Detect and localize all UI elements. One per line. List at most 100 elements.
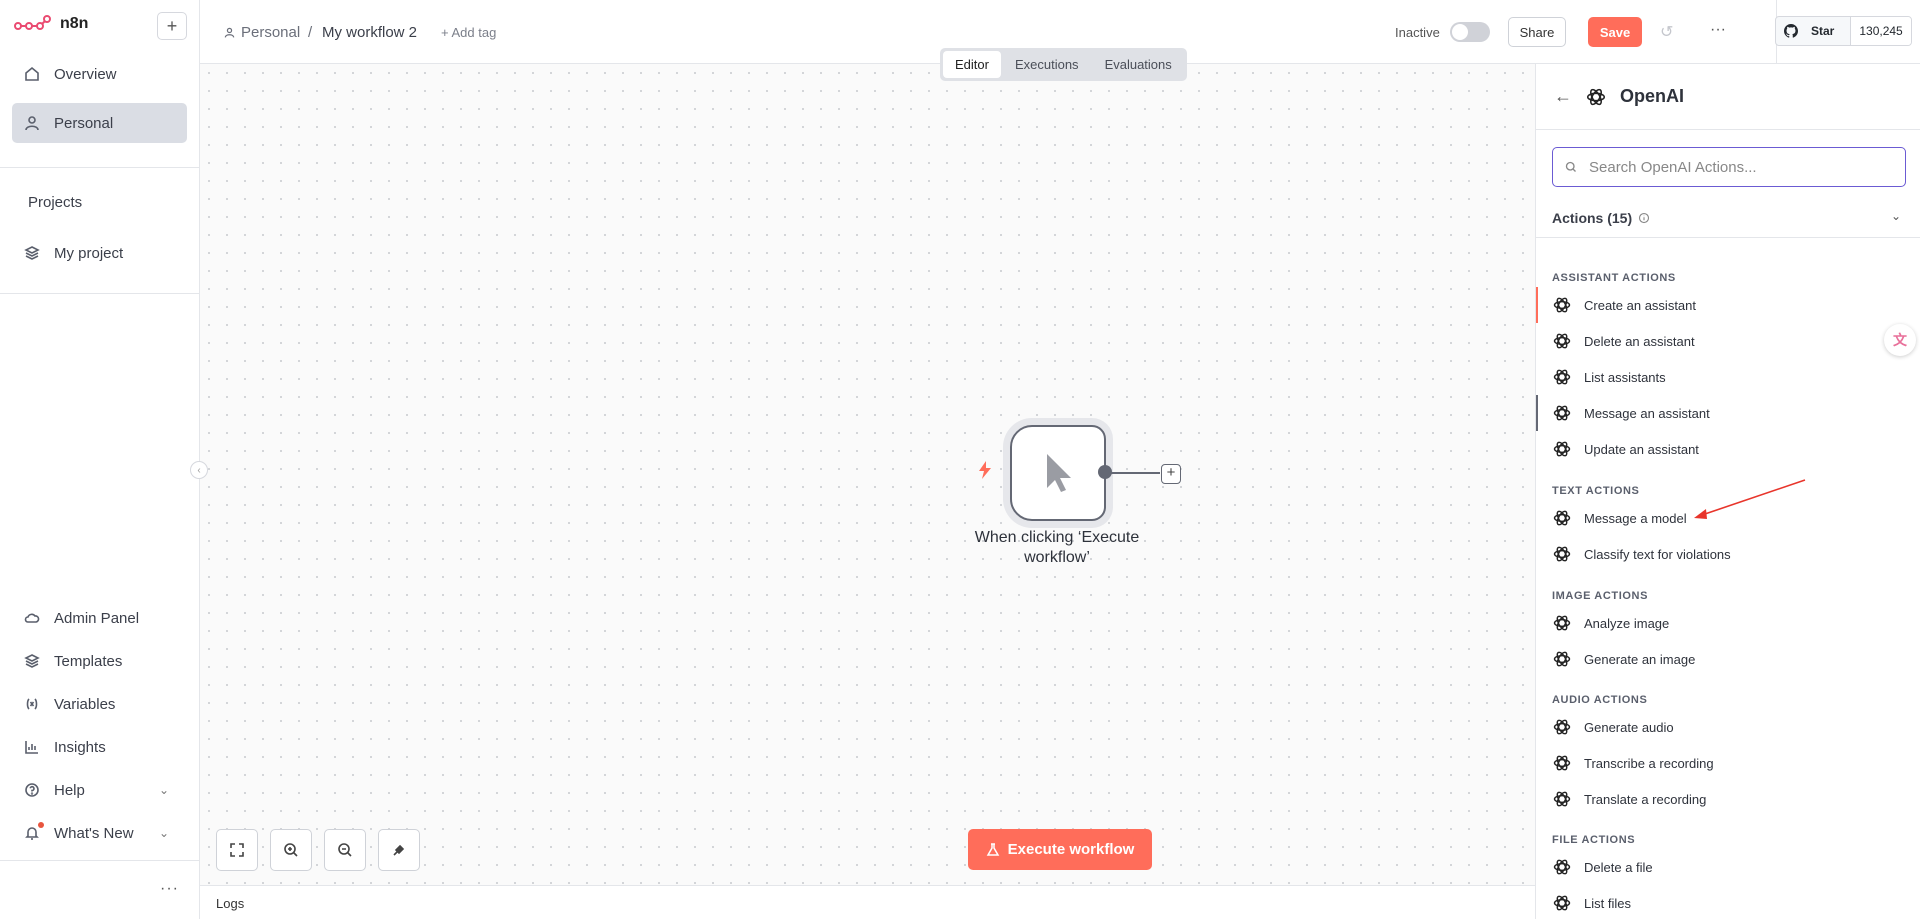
- action-item[interactable]: Create an assistant: [1552, 290, 1902, 320]
- search-input[interactable]: [1589, 158, 1889, 176]
- sidebar-item-insights[interactable]: Insights: [12, 727, 187, 767]
- action-item-label: Classify text for violations: [1584, 546, 1731, 562]
- action-category-title: FILE ACTIONS: [1552, 834, 1636, 846]
- more-options-button[interactable]: ···: [1710, 21, 1726, 39]
- n8n-logo[interactable]: n8n: [14, 14, 88, 34]
- github-icon: [1784, 24, 1798, 38]
- collapse-sidebar-button[interactable]: ‹: [190, 461, 208, 479]
- share-button[interactable]: Share: [1508, 17, 1566, 47]
- action-category-title: TEXT ACTIONS: [1552, 485, 1640, 497]
- add-tag-button[interactable]: + Add tag: [441, 25, 496, 40]
- tab-executions[interactable]: Executions: [1003, 51, 1091, 78]
- node-output-handle[interactable]: [1098, 465, 1112, 479]
- sidebar-item-whats-new[interactable]: What's New ⌄: [12, 813, 187, 853]
- info-icon: [1639, 212, 1650, 224]
- node-connection-line: [1110, 472, 1160, 474]
- sidebar-item-my-project[interactable]: My project: [12, 233, 187, 273]
- user-menu-button[interactable]: ···: [160, 880, 179, 898]
- openai-icon: [1552, 753, 1572, 773]
- action-item[interactable]: Message an assistant: [1552, 398, 1902, 428]
- action-highlight-marker: [1536, 287, 1538, 323]
- action-item-label: Update an assistant: [1584, 441, 1699, 457]
- sidebar-item-personal[interactable]: Personal: [12, 103, 187, 143]
- execute-workflow-button[interactable]: Execute workflow: [968, 829, 1152, 870]
- github-star-label: Star: [1811, 24, 1835, 38]
- sidebar-divider: [0, 167, 200, 168]
- sidebar-item-admin-panel[interactable]: Admin Panel: [12, 598, 187, 638]
- action-item[interactable]: Generate an image: [1552, 644, 1902, 674]
- chevron-down-icon[interactable]: ⌄: [1891, 209, 1901, 223]
- search-icon: [1565, 161, 1576, 172]
- sidebar-item-variables[interactable]: Variables: [12, 684, 187, 724]
- sidebar-item-help[interactable]: Help ⌄: [12, 770, 187, 810]
- breadcrumb-project[interactable]: Personal: [224, 24, 300, 41]
- github-star-count: 130,245: [1850, 17, 1911, 45]
- action-item-label: Translate a recording: [1584, 791, 1707, 807]
- openai-icon: [1552, 367, 1572, 387]
- breadcrumb-project-label: Personal: [241, 24, 301, 41]
- annotation-arrow: [1694, 479, 1806, 519]
- action-item[interactable]: Classify text for violations: [1552, 539, 1902, 569]
- sidebar-item-label: My project: [54, 244, 124, 262]
- user-icon: [224, 27, 235, 38]
- action-item[interactable]: Delete a file: [1552, 852, 1902, 882]
- projects-title: Projects: [28, 194, 83, 211]
- create-button[interactable]: +: [157, 12, 187, 40]
- sidebar-item-label: Help: [54, 781, 85, 799]
- active-toggle[interactable]: [1450, 22, 1490, 42]
- action-item[interactable]: Analyze image: [1552, 608, 1902, 638]
- translate-icon[interactable]: 文: [1884, 324, 1916, 356]
- trigger-node[interactable]: [1010, 425, 1106, 521]
- history-icon[interactable]: ↺: [1660, 22, 1673, 42]
- github-star-part: Star: [1776, 17, 1850, 45]
- zoom-in-button[interactable]: [270, 829, 312, 871]
- sidebar-item-label: Insights: [54, 738, 106, 756]
- action-item[interactable]: Update an assistant: [1552, 434, 1902, 464]
- action-category-title: ASSISTANT ACTIONS: [1552, 272, 1676, 284]
- logs-label: Logs: [216, 896, 245, 911]
- actions-header[interactable]: Actions (15): [1552, 210, 1650, 226]
- help-icon: [25, 783, 39, 797]
- openai-icon: [1552, 613, 1572, 633]
- action-item[interactable]: Generate audio: [1552, 712, 1902, 742]
- back-arrow-icon[interactable]: ←: [1554, 86, 1572, 107]
- action-item[interactable]: List files: [1552, 888, 1902, 918]
- add-node-button[interactable]: +: [1161, 464, 1181, 484]
- search-field[interactable]: [1552, 147, 1906, 187]
- zoom-out-button[interactable]: [324, 829, 366, 871]
- openai-icon: [1552, 403, 1572, 423]
- sidebar-item-label: Variables: [54, 695, 116, 713]
- action-category-title: IMAGE ACTIONS: [1552, 590, 1649, 602]
- cloud-icon: [24, 613, 40, 623]
- openai-icon: [1552, 649, 1572, 669]
- home-icon: [25, 66, 39, 81]
- logs-panel[interactable]: Logs: [200, 885, 1535, 919]
- actions-header-label: Actions (15): [1552, 210, 1633, 226]
- app-name: n8n: [60, 15, 89, 32]
- workflow-name[interactable]: My workflow 2: [322, 24, 417, 41]
- cursor-icon: [1047, 454, 1071, 492]
- github-star-button[interactable]: Star 130,245: [1775, 16, 1912, 46]
- actions-divider: [1536, 237, 1920, 238]
- action-item-label: Generate an image: [1584, 651, 1696, 667]
- action-item[interactable]: Translate a recording: [1552, 784, 1902, 814]
- action-item-label: Generate audio: [1584, 719, 1674, 735]
- action-item[interactable]: Transcribe a recording: [1552, 748, 1902, 778]
- save-button[interactable]: Save: [1588, 17, 1642, 47]
- sidebar-item-label: Admin Panel: [54, 609, 140, 627]
- tidy-up-button[interactable]: [378, 829, 420, 871]
- sidebar-item-overview[interactable]: Overview: [12, 54, 187, 94]
- fit-view-button[interactable]: [216, 829, 258, 871]
- action-item[interactable]: Delete an assistant: [1552, 326, 1902, 356]
- flask-icon: [986, 842, 999, 856]
- tab-evaluations[interactable]: Evaluations: [1093, 51, 1184, 78]
- sidebar-item-label: Templates: [54, 652, 123, 670]
- tab-editor[interactable]: Editor: [943, 51, 1001, 78]
- workflow-canvas[interactable]: [200, 64, 1535, 885]
- view-tabs: Editor Executions Evaluations: [940, 48, 1187, 81]
- sidebar-item-templates[interactable]: Templates: [12, 641, 187, 681]
- openai-icon: [1552, 331, 1572, 351]
- panel-title: OpenAI: [1620, 86, 1685, 106]
- openai-icon: [1552, 789, 1572, 809]
- action-item[interactable]: List assistants: [1552, 362, 1902, 392]
